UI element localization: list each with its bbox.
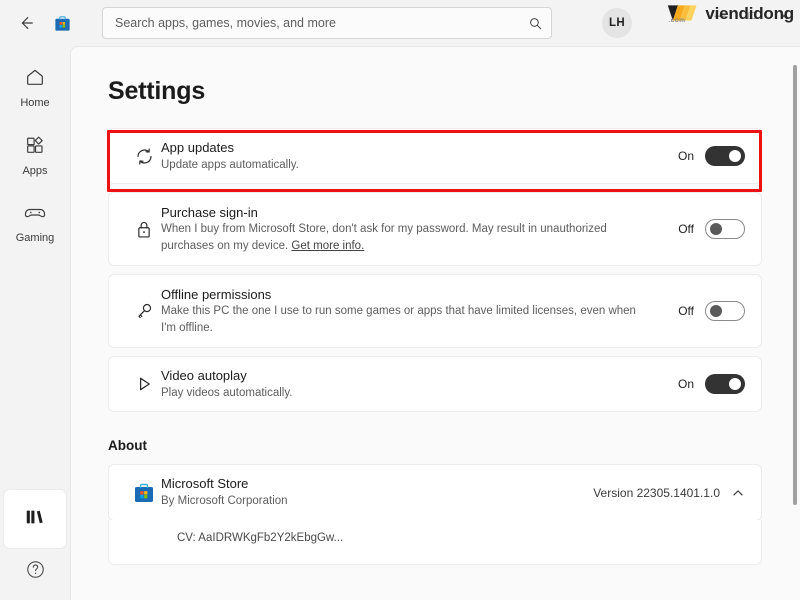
setting-row-purchase-sign-in[interactable]: Purchase sign-in When I buy from Microso… (108, 192, 762, 267)
library-books-icon (22, 506, 48, 533)
setting-control: On (666, 374, 745, 395)
toggle-state-label: On (677, 149, 694, 164)
about-version: Version 22305.1401.1.0 (593, 485, 720, 500)
minimize-button[interactable]: — (704, 0, 736, 32)
setting-title: Offline permissions (161, 286, 272, 302)
microsoft-store-icon (127, 481, 161, 505)
toggle-knob (729, 378, 741, 391)
video-autoplay-toggle[interactable] (705, 374, 745, 395)
sidebar-item-label: Gaming (15, 231, 55, 244)
setting-control: Off (666, 301, 745, 322)
about-publisher: By Microsoft Corporation (161, 494, 288, 507)
setting-description: Update apps automatically. (161, 158, 299, 171)
toggle-knob (710, 305, 722, 318)
setting-row-offline-permissions[interactable]: Offline permissions Make this PC the one… (108, 274, 762, 349)
setting-description-text: When I buy from Microsoft Store, don't a… (161, 223, 607, 252)
toggle-state-label: On (677, 377, 694, 392)
search-box[interactable] (102, 7, 552, 39)
toggle-state-label: Off (678, 222, 694, 237)
setting-title: App updates (161, 140, 235, 155)
help-question-icon (25, 559, 46, 585)
about-app-name: Microsoft Store (161, 476, 249, 492)
search-input[interactable] (115, 16, 528, 30)
content-area: Settings App updates Update apps automat… (70, 46, 800, 600)
chevron-up-icon[interactable] (731, 486, 745, 500)
setting-text: Purchase sign-in When I buy from Microso… (161, 194, 666, 265)
setting-text: App updates Update apps automatically. (161, 129, 666, 183)
setting-title: Video autoplay (161, 368, 247, 384)
sidebar-item-library[interactable] (4, 490, 66, 548)
home-icon (24, 66, 46, 93)
toggle-state-label: Off (678, 304, 694, 319)
setting-description: When I buy from Microsoft Store, don't a… (161, 221, 641, 254)
window-controls: — □ ✕ (704, 0, 800, 32)
offline-permissions-toggle[interactable] (705, 301, 745, 322)
about-cv-text: CV: AaIDRWKgFb2Y2kEbgGw... (108, 519, 762, 565)
gaming-controller-icon (23, 203, 47, 228)
sidebar: Home Apps Gaming (0, 46, 70, 600)
purchase-sign-in-toggle[interactable] (705, 219, 745, 240)
sync-refresh-icon (127, 146, 161, 167)
setting-control: Off (666, 219, 745, 240)
avatar[interactable]: LH (602, 8, 632, 38)
setting-row-app-updates[interactable]: App updates Update apps automatically. O… (108, 128, 762, 185)
app-updates-toggle[interactable] (705, 146, 745, 167)
setting-description: Play videos automatically. (161, 386, 293, 399)
avatar-initials: LH (609, 17, 625, 29)
play-triangle-icon (127, 374, 161, 394)
about-text: Microsoft Store By Microsoft Corporation (161, 465, 581, 519)
setting-description: Make this PC the one I use to run some g… (161, 305, 636, 334)
minimize-icon: — (714, 10, 726, 22)
sidebar-item-label: Apps (22, 164, 48, 177)
sidebar-nav-bottom (0, 490, 70, 590)
maximize-button[interactable]: □ (736, 0, 768, 32)
search-icon[interactable] (528, 16, 543, 31)
watermark-logo-icon (668, 5, 697, 21)
setting-text: Video autoplay Play videos automatically… (161, 357, 666, 411)
get-more-info-link[interactable]: Get more info. (291, 240, 364, 252)
close-icon: ✕ (779, 10, 789, 23)
sidebar-item-label: Home (20, 96, 50, 109)
sidebar-nav-top: Home Apps Gaming (0, 46, 70, 262)
apps-icon (24, 134, 46, 161)
title-bar: LH — □ ✕ viendidong .com (0, 0, 800, 46)
body: Home Apps Gaming Settings App updates Up… (0, 46, 800, 600)
microsoft-store-window: LH — □ ✕ viendidong .com (0, 0, 800, 600)
about-control: Version 22305.1401.1.0 (581, 486, 745, 500)
key-icon (127, 301, 161, 322)
microsoft-store-icon (46, 7, 78, 39)
page-title: Settings (108, 77, 206, 105)
maximize-icon: □ (748, 10, 756, 22)
vertical-scrollbar[interactable] (793, 65, 797, 505)
back-arrow-icon[interactable] (8, 7, 44, 39)
setting-control: On (666, 146, 745, 167)
lock-icon (127, 219, 161, 240)
sidebar-item-home[interactable]: Home (4, 58, 66, 116)
watermark-subtext: .com (668, 17, 686, 24)
setting-text: Offline permissions Make this PC the one… (161, 276, 666, 347)
sidebar-item-help[interactable] (17, 554, 53, 590)
sidebar-item-gaming[interactable]: Gaming (4, 194, 66, 252)
about-heading: About (108, 438, 147, 454)
about-row-microsoft-store[interactable]: Microsoft Store By Microsoft Corporation… (108, 464, 762, 521)
setting-row-video-autoplay[interactable]: Video autoplay Play videos automatically… (108, 356, 762, 413)
content-scroll: Settings App updates Update apps automat… (71, 47, 800, 600)
toggle-knob (710, 223, 722, 236)
close-button[interactable]: ✕ (768, 0, 800, 32)
setting-title: Purchase sign-in (161, 204, 258, 220)
toggle-knob (729, 150, 741, 163)
sidebar-item-apps[interactable]: Apps (4, 126, 66, 184)
